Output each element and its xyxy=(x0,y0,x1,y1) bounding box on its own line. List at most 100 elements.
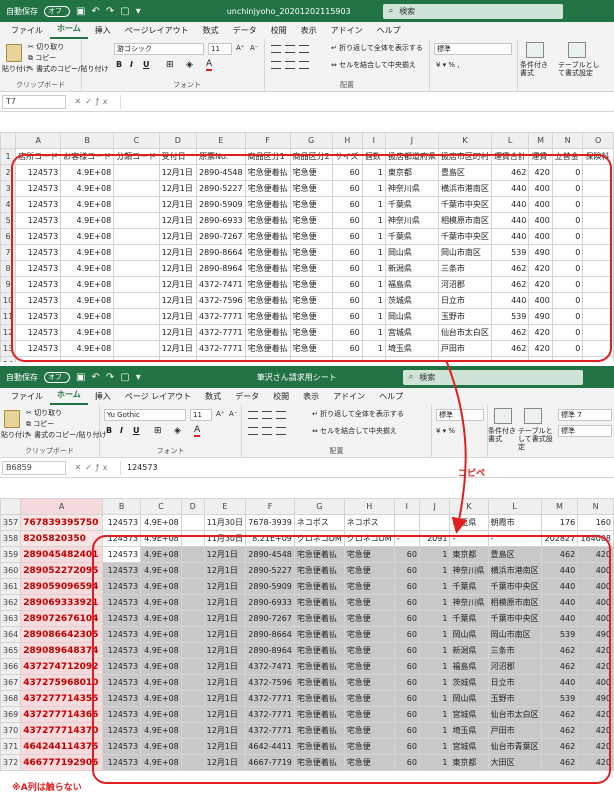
cell[interactable]: 1 xyxy=(361,340,386,357)
row-header[interactable]: 2 xyxy=(0,164,17,181)
cell[interactable]: 2890-4548 xyxy=(196,164,246,181)
cell[interactable]: 60 xyxy=(331,228,363,245)
header-cell[interactable]: 扱店都道府県 xyxy=(384,148,439,165)
cell[interactable]: 12月1日 xyxy=(203,578,247,595)
cell[interactable] xyxy=(180,562,205,579)
italic-icon[interactable]: I xyxy=(120,426,123,435)
cell[interactable]: 12月1日 xyxy=(158,292,198,309)
cell[interactable]: 462 xyxy=(540,546,579,563)
cell[interactable] xyxy=(113,340,160,357)
column-a-cell[interactable]: 466777192906 xyxy=(20,754,103,771)
header-cell[interactable]: 運賃合計 xyxy=(490,148,530,165)
cell[interactable]: 宅急便 xyxy=(343,610,395,627)
select-all-corner[interactable] xyxy=(0,498,22,515)
cell-style-1[interactable]: 標準 7 xyxy=(558,409,612,421)
header-cell[interactable]: 立替金 xyxy=(551,148,584,165)
cell[interactable] xyxy=(113,164,160,181)
wrap-text-button[interactable]: ↵ 折り返して全体を表示する xyxy=(312,409,404,419)
cell[interactable]: 千葉市中央区 xyxy=(437,228,492,245)
cell[interactable]: 宅急便 xyxy=(289,212,333,229)
cell[interactable]: 神奈川県 xyxy=(384,212,439,229)
column-header[interactable]: A xyxy=(20,498,103,515)
cell[interactable] xyxy=(582,196,614,213)
cell[interactable]: 4372-7596 xyxy=(245,674,295,691)
cell[interactable]: 岡山県 xyxy=(384,308,439,325)
cell[interactable]: 0 xyxy=(551,228,584,245)
cell[interactable]: 60 xyxy=(393,578,420,595)
cell[interactable]: 7678-3939 xyxy=(245,514,295,531)
cell[interactable]: 4.9E+08 xyxy=(140,546,182,563)
cell[interactable]: 124573 xyxy=(15,356,62,362)
cell[interactable]: 539 xyxy=(540,626,579,643)
currency-icon[interactable]: ¥ ▾ % , xyxy=(436,61,460,69)
cell[interactable]: 0 xyxy=(551,196,584,213)
cell[interactable]: 8.21E+09 xyxy=(245,530,295,547)
align-bottom-icon[interactable] xyxy=(299,45,309,53)
cell[interactable]: 124573 xyxy=(101,578,142,595)
align-center-icon[interactable] xyxy=(285,61,295,69)
cell[interactable]: 河沼郡 xyxy=(437,276,492,293)
cell[interactable]: 12月1日 xyxy=(203,626,247,643)
cell[interactable]: 440 xyxy=(490,212,530,229)
cell[interactable]: 神奈川県 xyxy=(384,180,439,197)
cell[interactable]: 0 xyxy=(551,164,584,181)
row-header[interactable]: 369 xyxy=(0,706,22,723)
cell[interactable]: 4.9E+08 xyxy=(60,228,115,245)
cell[interactable]: 玉野市 xyxy=(487,690,542,707)
cell[interactable]: 462 xyxy=(540,706,579,723)
row-header[interactable]: 370 xyxy=(0,722,22,739)
cell[interactable]: 4.9E+08 xyxy=(60,308,115,325)
cell[interactable] xyxy=(180,642,205,659)
cell[interactable]: 4.9E+08 xyxy=(140,626,182,643)
cell[interactable]: 400 xyxy=(528,196,553,213)
cell[interactable]: 横浜市港南区 xyxy=(437,180,492,197)
cell[interactable]: 124573 xyxy=(15,308,62,325)
underline-icon[interactable]: U xyxy=(143,60,150,69)
align-left-icon[interactable] xyxy=(271,61,281,69)
cell[interactable]: 11月30日 xyxy=(203,530,247,547)
cell[interactable]: 539 xyxy=(490,244,530,261)
header-cell[interactable]: お客様コード xyxy=(60,148,115,165)
cell[interactable]: 490 xyxy=(577,690,614,707)
cell[interactable]: 宅急便着払 xyxy=(244,276,291,293)
cell[interactable]: 東京都 xyxy=(384,164,439,181)
cell[interactable]: 176 xyxy=(540,514,579,531)
cell[interactable]: 岡山市南区 xyxy=(437,244,492,261)
cell[interactable]: 宅急便 xyxy=(289,180,333,197)
cell[interactable]: 420 xyxy=(528,356,553,362)
align-center-icon[interactable] xyxy=(262,427,272,435)
cell[interactable]: 490 xyxy=(528,244,553,261)
cell[interactable]: 2890-5909 xyxy=(245,578,295,595)
tab-3[interactable]: ページレイアウト xyxy=(118,25,196,39)
cell[interactable]: 1 xyxy=(418,642,451,659)
cell[interactable]: 1 xyxy=(418,610,451,627)
row-header[interactable]: 359 xyxy=(0,546,22,563)
column-header[interactable]: L xyxy=(490,132,530,149)
cell[interactable]: 4372-7771 xyxy=(196,308,246,325)
formula-input[interactable] xyxy=(120,94,614,109)
new-file-icon[interactable]: ▢ xyxy=(120,372,129,383)
column-a-cell[interactable]: 437274712092 xyxy=(20,658,103,675)
cell[interactable]: 60 xyxy=(393,706,420,723)
cell[interactable]: 12月1日 xyxy=(203,642,247,659)
cell[interactable]: 124573 xyxy=(101,610,142,627)
row-header[interactable]: 11 xyxy=(0,308,17,325)
cell[interactable]: 宅急便 xyxy=(289,164,333,181)
bold-icon[interactable]: B xyxy=(106,426,112,435)
cell[interactable]: 千葉県 xyxy=(449,578,489,595)
row-header[interactable]: 362 xyxy=(0,594,22,611)
column-a-cell[interactable]: 437275968010 xyxy=(20,674,103,691)
cell[interactable]: 440 xyxy=(490,196,530,213)
row-header[interactable]: 14 xyxy=(0,356,17,362)
cell[interactable]: 2890-7267 xyxy=(196,228,246,245)
cell[interactable]: 124573 xyxy=(15,228,62,245)
cell[interactable]: 124573 xyxy=(15,260,62,277)
cell[interactable]: 124573 xyxy=(101,690,142,707)
cell[interactable]: 60 xyxy=(331,212,363,229)
cell[interactable]: 宅急便着払 xyxy=(244,260,291,277)
column-a-cell[interactable]: 289069333921 xyxy=(20,594,103,611)
cell[interactable]: 124573 xyxy=(101,706,142,723)
cell[interactable]: 124573 xyxy=(101,722,142,739)
cell[interactable]: 440 xyxy=(490,180,530,197)
grow-font-icon[interactable]: A⁺ xyxy=(236,44,244,52)
